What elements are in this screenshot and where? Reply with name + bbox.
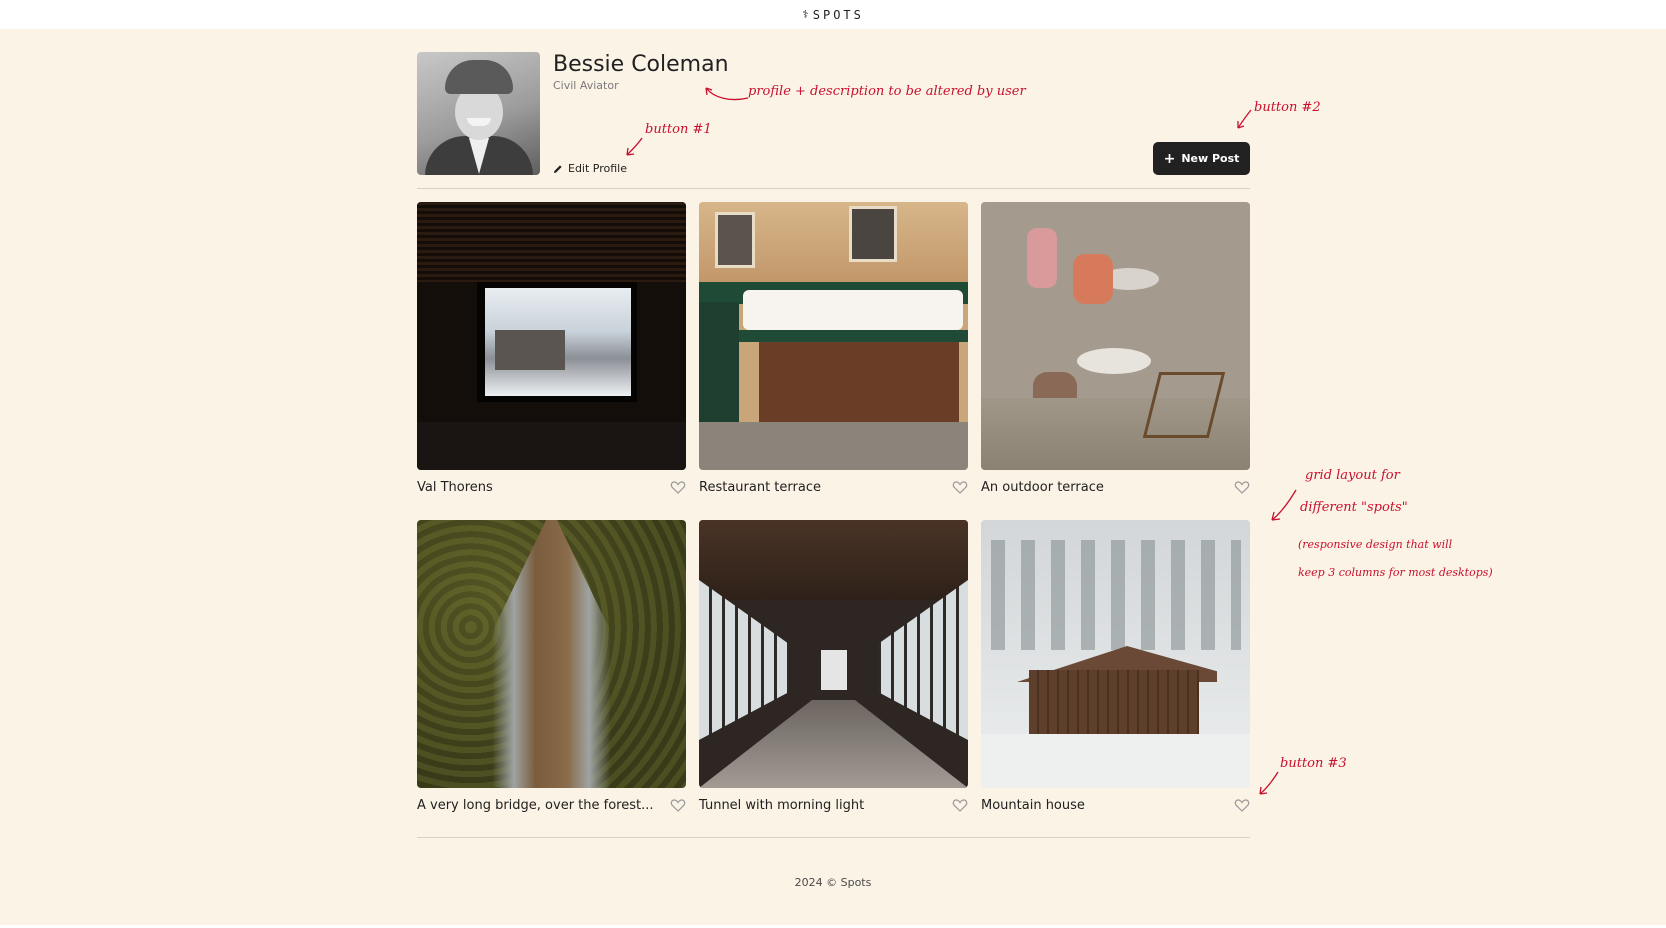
card: A very long bridge, over the forest... (417, 520, 686, 814)
pencil-icon (554, 164, 562, 173)
logo-text: SPOTS (812, 7, 864, 22)
annotation-arrow (1259, 771, 1279, 795)
profile-description: Civil Aviator (553, 79, 619, 92)
heart-icon[interactable] (1234, 797, 1250, 813)
card-caption: A very long bridge, over the forest... (417, 797, 654, 813)
annotation-grid-line1: grid layout for (1305, 468, 1400, 483)
profile-name: Bessie Coleman (553, 52, 729, 77)
annotation-grid-line2: different "spots" (1300, 500, 1408, 515)
card-caption-row: Restaurant terrace (699, 478, 968, 496)
card-image[interactable] (981, 520, 1250, 788)
card-caption: An outdoor terrace (981, 479, 1104, 495)
avatar (417, 52, 540, 175)
card-caption-row: Mountain house (981, 796, 1250, 814)
card-image[interactable] (417, 202, 686, 470)
card-image[interactable] (417, 520, 686, 788)
new-post-label: New Post (1181, 152, 1240, 165)
card-caption: Mountain house (981, 797, 1085, 813)
edit-profile-button[interactable]: Edit Profile (553, 162, 627, 175)
card: Tunnel with morning light (699, 520, 968, 814)
card: An outdoor terrace (981, 202, 1250, 496)
heart-icon[interactable] (670, 479, 686, 495)
spots-logo[interactable]: ⚕ SPOTS (802, 8, 864, 22)
profile-section: Bessie Coleman Civil Aviator Edit Profil… (417, 52, 1250, 176)
profile-divider (417, 188, 1250, 189)
top-bar: ⚕ SPOTS (0, 0, 1666, 29)
annotation-button1: button #1 (645, 122, 712, 137)
heart-icon[interactable] (952, 797, 968, 813)
plus-icon: + (1163, 150, 1176, 167)
annotation-grid-line3: (responsive design that will (1298, 538, 1453, 551)
footer-copyright: 2024 © Spots (794, 876, 872, 889)
card: Restaurant terrace (699, 202, 968, 496)
annotation-arrow (626, 137, 643, 156)
annotation-button2: button #2 (1254, 100, 1321, 115)
card-caption: Restaurant terrace (699, 479, 821, 495)
annotation-profile-note: profile + description to be altered by u… (748, 84, 1026, 99)
heart-icon[interactable] (670, 797, 686, 813)
annotation-arrow (1237, 109, 1252, 129)
new-post-button[interactable]: + New Post (1153, 142, 1250, 175)
card-caption-row: An outdoor terrace (981, 478, 1250, 496)
annotation-grid-line4: keep 3 columns for most desktops) (1298, 566, 1493, 579)
heart-icon[interactable] (952, 479, 968, 495)
annotation-button3: button #3 (1280, 756, 1347, 771)
footer-divider (417, 837, 1250, 838)
card-caption-row: A very long bridge, over the forest... (417, 796, 686, 814)
annotation-arrow (1271, 489, 1297, 521)
card-image[interactable] (981, 202, 1250, 470)
card-caption: Val Thorens (417, 479, 493, 495)
card-caption: Tunnel with morning light (699, 797, 865, 813)
annotation-arrow (705, 87, 749, 101)
heart-icon[interactable] (1234, 479, 1250, 495)
edit-profile-label: Edit Profile (568, 162, 628, 175)
logo-mark-icon: ⚕ (802, 8, 809, 21)
card: Mountain house (981, 520, 1250, 814)
card-image[interactable] (699, 520, 968, 788)
card-caption-row: Tunnel with morning light (699, 796, 968, 814)
card-caption-row: Val Thorens (417, 478, 686, 496)
card: Val Thorens (417, 202, 686, 496)
card-image[interactable] (699, 202, 968, 470)
